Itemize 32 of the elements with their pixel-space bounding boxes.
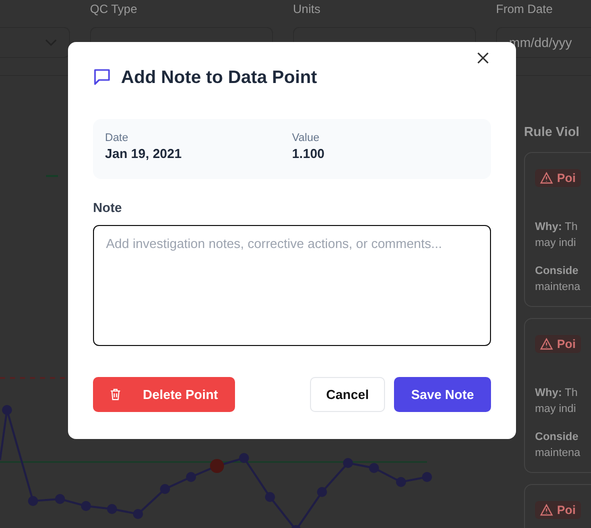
warning-icon bbox=[540, 172, 553, 184]
rule-badge: Poi bbox=[535, 335, 581, 353]
note-field[interactable]: Add investigation notes, corrective actions, or comments... bbox=[93, 225, 491, 346]
consider-text: Conside maintena bbox=[535, 264, 582, 295]
warning-icon bbox=[540, 338, 553, 350]
warning-icon bbox=[540, 504, 553, 516]
rule-badge: Poi bbox=[535, 501, 581, 519]
value-label: Value bbox=[292, 132, 320, 144]
data-point[interactable] bbox=[343, 458, 353, 468]
data-point[interactable] bbox=[369, 463, 379, 473]
filter-label: QC Type bbox=[90, 1, 138, 18]
limit-line bbox=[0, 377, 68, 379]
dialog-title: Add Note to Data Point bbox=[121, 66, 318, 88]
filter-label: Units bbox=[293, 1, 322, 18]
cancel-button[interactable]: Cancel bbox=[310, 377, 385, 412]
message-icon bbox=[93, 68, 111, 86]
rule-badge: Poi bbox=[535, 169, 581, 187]
section-title: Rule Viol bbox=[524, 124, 580, 139]
delete-button[interactable]: Delete Point bbox=[93, 377, 235, 412]
save-button[interactable]: Save Note bbox=[394, 377, 491, 412]
trash-icon bbox=[110, 387, 121, 402]
value-text: 1.100 bbox=[292, 146, 326, 161]
why-text: Why: Th may indi bbox=[535, 220, 579, 251]
data-point[interactable] bbox=[239, 453, 249, 463]
consider-text: Conside maintena bbox=[535, 430, 582, 461]
date-label: Date bbox=[105, 132, 130, 144]
why-text: Why: Th may indi bbox=[535, 386, 579, 417]
note-label: Note bbox=[93, 200, 123, 215]
filter-label: From Date bbox=[496, 1, 554, 18]
flagged-point[interactable] bbox=[210, 459, 224, 473]
date-value: Jan 19, 2021 bbox=[105, 146, 183, 161]
close-icon bbox=[477, 52, 489, 64]
